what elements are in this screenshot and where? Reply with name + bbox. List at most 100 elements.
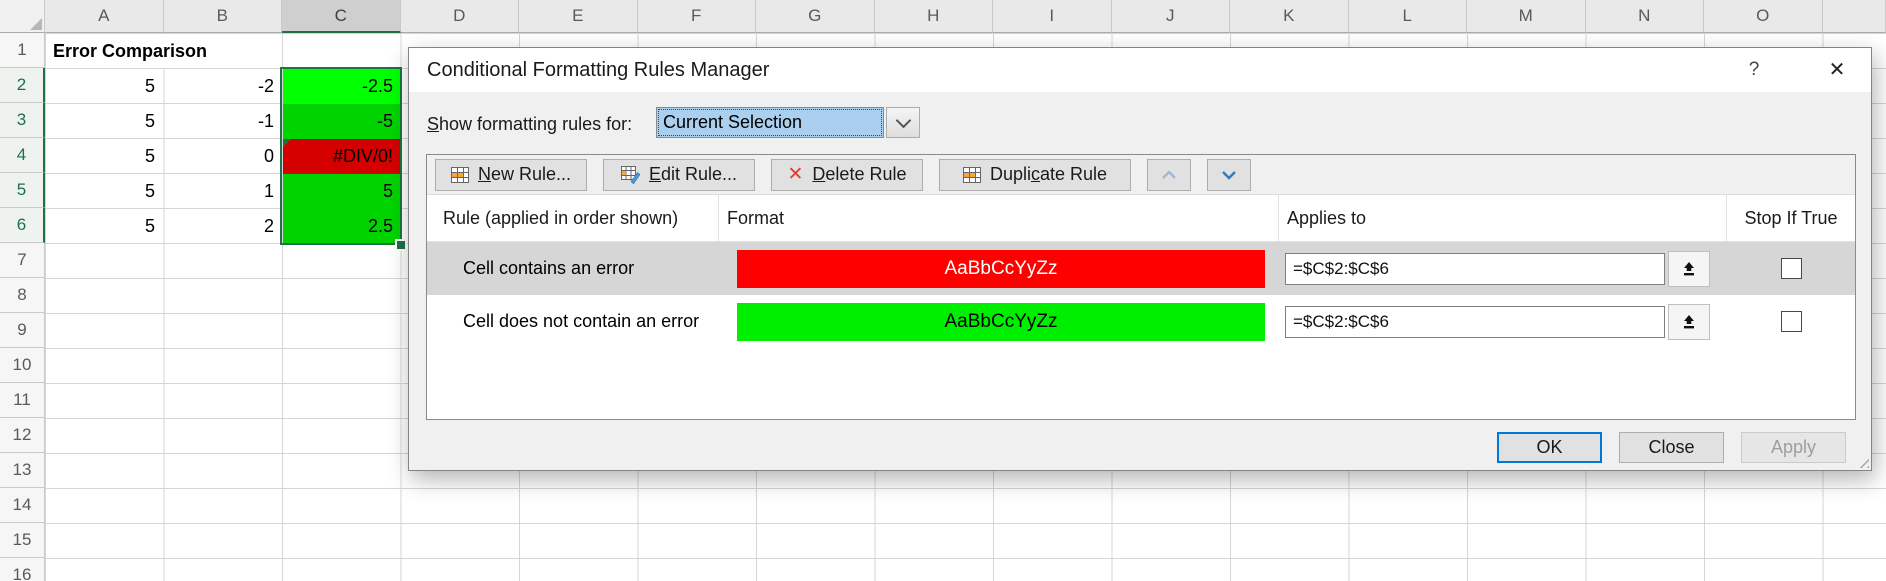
collapse-range-icon	[1681, 314, 1697, 330]
column-header-f[interactable]: F	[638, 0, 757, 33]
row-header-11[interactable]: 11	[0, 383, 45, 418]
cell-a4[interactable]: 5	[46, 139, 163, 173]
cell-b3[interactable]: -1	[164, 104, 282, 138]
resize-grip[interactable]	[1855, 454, 1869, 468]
range-picker-button[interactable]	[1668, 251, 1710, 287]
chevron-down-icon	[895, 113, 911, 129]
scope-dropdown-button[interactable]	[886, 107, 920, 138]
row-header-2[interactable]: 2	[0, 68, 45, 103]
row-header-9[interactable]: 9	[0, 313, 45, 348]
rule-name: Cell does not contain an error	[427, 311, 719, 332]
new-rule-label: New Rule...	[478, 164, 571, 185]
column-header-k[interactable]: K	[1230, 0, 1349, 33]
row-header-14[interactable]: 14	[0, 488, 45, 523]
table-grid-icon	[963, 167, 981, 183]
column-header-o[interactable]: O	[1704, 0, 1823, 33]
edit-rule-label: Edit Rule...	[649, 164, 737, 185]
column-header-d[interactable]: D	[401, 0, 520, 33]
format-preview: AaBbCcYyZz	[737, 303, 1265, 341]
close-icon[interactable]: ✕	[1819, 48, 1855, 92]
help-button[interactable]: ?	[1737, 48, 1771, 92]
row-header-13[interactable]: 13	[0, 453, 45, 488]
cell-a5[interactable]: 5	[46, 174, 163, 208]
rule-row-error[interactable]: Cell contains an error AaBbCcYyZz	[427, 242, 1855, 295]
column-header-partial[interactable]	[1823, 0, 1886, 33]
rule-stop-cell	[1727, 258, 1855, 279]
duplicate-rule-button[interactable]: Duplicate Rule	[939, 159, 1131, 191]
column-header-n[interactable]: N	[1586, 0, 1705, 33]
applies-to-input[interactable]	[1285, 306, 1665, 338]
row-header-12[interactable]: 12	[0, 418, 45, 453]
collapse-range-icon	[1681, 261, 1697, 277]
row-header-8[interactable]: 8	[0, 278, 45, 313]
applies-to-input[interactable]	[1285, 253, 1665, 285]
delete-rule-label: Delete Rule	[812, 164, 906, 185]
delete-rule-button[interactable]: ✕ Delete Rule	[771, 159, 923, 191]
dialog-titlebar: Conditional Formatting Rules Manager ? ✕	[409, 48, 1871, 92]
column-headers: A B C D E F G H I J K L M N O	[45, 0, 1886, 33]
stop-if-true-checkbox[interactable]	[1781, 258, 1802, 279]
fill-handle[interactable]	[397, 241, 405, 249]
column-header-i[interactable]: I	[993, 0, 1112, 33]
move-rule-down-button[interactable]	[1207, 159, 1251, 191]
cell-a3[interactable]: 5	[46, 104, 163, 138]
cell-b6[interactable]: 2	[164, 209, 282, 243]
column-header-e[interactable]: E	[519, 0, 638, 33]
ok-button[interactable]: OK	[1497, 432, 1602, 463]
row-header-15[interactable]: 15	[0, 523, 45, 558]
show-rules-label: Show formatting rules for:	[427, 114, 632, 135]
row-header-6[interactable]: 6	[0, 208, 45, 243]
scope-dropdown-value[interactable]: Current Selection	[656, 107, 884, 138]
edit-pencil-icon	[621, 166, 640, 184]
cell-a2[interactable]: 5	[46, 69, 163, 103]
row-header-16[interactable]: 16	[0, 558, 45, 581]
column-header-a[interactable]: A	[45, 0, 164, 33]
rule-row-no-error[interactable]: Cell does not contain an error AaBbCcYyZ…	[427, 295, 1855, 348]
row-header-7[interactable]: 7	[0, 243, 45, 278]
row-header-10[interactable]: 10	[0, 348, 45, 383]
rules-table-header: Rule (applied in order shown) Format App…	[427, 195, 1855, 242]
chevron-up-icon	[1161, 170, 1177, 180]
cell-b2[interactable]: -2	[164, 69, 282, 103]
rule-format-cell: AaBbCcYyZz	[719, 250, 1279, 288]
range-picker-button[interactable]	[1668, 304, 1710, 340]
cell-b5[interactable]: 1	[164, 174, 282, 208]
header-format: Format	[719, 195, 1279, 241]
select-all-corner[interactable]	[0, 0, 45, 33]
rules-list-box: New Rule... Edit Rule... ✕ Delete Rule D…	[426, 154, 1856, 420]
edit-rule-button[interactable]: Edit Rule...	[603, 159, 755, 191]
column-header-c[interactable]: C	[282, 0, 401, 33]
row-headers: 1 2 3 4 5 6 7 8 9 10 11 12 13 14 15 16	[0, 33, 45, 581]
column-header-j[interactable]: J	[1112, 0, 1231, 33]
cell-a1[interactable]: Error Comparison	[46, 34, 282, 68]
rule-applies-cell	[1279, 251, 1727, 287]
column-header-m[interactable]: M	[1467, 0, 1586, 33]
selection-border	[280, 67, 402, 245]
header-stop-if-true: Stop If True	[1727, 195, 1855, 241]
rule-format-cell: AaBbCcYyZz	[719, 303, 1279, 341]
cell-a6[interactable]: 5	[46, 209, 163, 243]
scope-dropdown: Current Selection	[656, 107, 920, 138]
row-header-3[interactable]: 3	[0, 103, 45, 138]
column-header-b[interactable]: B	[164, 0, 283, 33]
row-header-5[interactable]: 5	[0, 173, 45, 208]
header-rule: Rule (applied in order shown)	[427, 195, 719, 241]
new-rule-button[interactable]: New Rule...	[435, 159, 587, 191]
column-header-g[interactable]: G	[756, 0, 875, 33]
table-grid-icon	[451, 167, 469, 183]
duplicate-rule-label: Duplicate Rule	[990, 164, 1107, 185]
close-button[interactable]: Close	[1619, 432, 1724, 463]
cell-b4[interactable]: 0	[164, 139, 282, 173]
column-header-l[interactable]: L	[1349, 0, 1468, 33]
column-header-h[interactable]: H	[875, 0, 994, 33]
delete-x-icon: ✕	[788, 165, 804, 184]
move-rule-up-button[interactable]	[1147, 159, 1191, 191]
apply-button[interactable]: Apply	[1741, 432, 1846, 463]
row-header-4[interactable]: 4	[0, 138, 45, 173]
rule-stop-cell	[1727, 311, 1855, 332]
dialog-title: Conditional Formatting Rules Manager	[427, 48, 769, 92]
row-header-1[interactable]: 1	[0, 33, 45, 68]
stop-if-true-checkbox[interactable]	[1781, 311, 1802, 332]
format-preview: AaBbCcYyZz	[737, 250, 1265, 288]
chevron-down-icon	[1221, 170, 1237, 180]
